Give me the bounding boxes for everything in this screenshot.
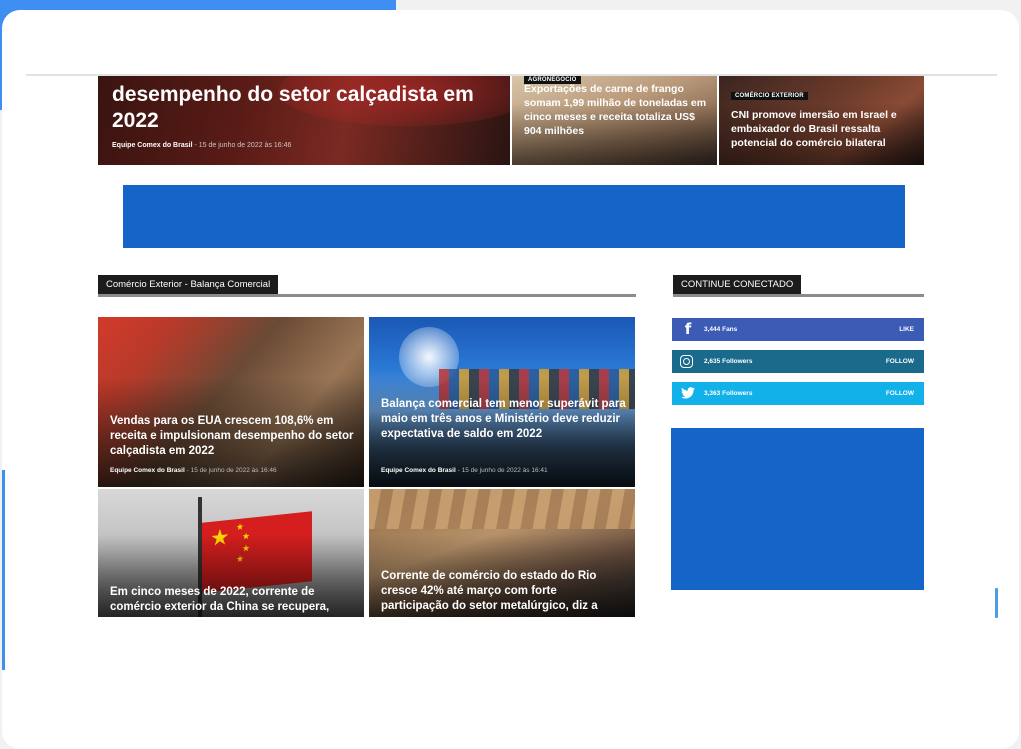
- twitter-unit: Followers: [722, 390, 753, 397]
- scroll-indicator[interactable]: [995, 588, 998, 618]
- article-author[interactable]: Equipe Comex do Brasil: [110, 467, 185, 474]
- facebook-count: 3,444: [704, 326, 721, 333]
- featured-main-title[interactable]: desempenho do setor calçadista em 2022: [112, 82, 492, 134]
- twitter-icon: [680, 382, 696, 405]
- facebook-unit: Fans: [722, 326, 738, 333]
- facebook-icon: f: [684, 320, 692, 338]
- section-header: Comércio Exterior - Balança Comercial: [98, 275, 636, 297]
- twitter-count: 3,363: [704, 390, 721, 397]
- featured-main-meta: Equipe Comex do Brasil - 15 de junho de …: [112, 142, 291, 149]
- facebook-follow-bar[interactable]: f 3,444 Fans LIKE: [672, 318, 924, 341]
- article-title[interactable]: Corrente de comércio do estado do Rio cr…: [381, 569, 627, 614]
- featured-third-title[interactable]: CNI promove imersão em Israel e embaixad…: [731, 108, 915, 150]
- featured-second-title[interactable]: Exportações de carne de frango somam 1,9…: [524, 82, 708, 138]
- featured-main-article[interactable]: desempenho do setor calçadista em 2022 E…: [98, 76, 510, 165]
- sidebar-title: CONTINUE CONECTADO: [673, 275, 802, 294]
- banner-ad[interactable]: [123, 185, 905, 248]
- instagram-follow-bar[interactable]: 2,635 Followers FOLLOW: [672, 350, 924, 373]
- warehouse-roof: [369, 489, 635, 529]
- article-tile[interactable]: Balança comercial tem menor superávit pa…: [369, 317, 635, 487]
- article-title[interactable]: Vendas para os EUA crescem 108,6% em rec…: [110, 414, 356, 459]
- article-date: 15 de junho de 2022 às 16:41: [461, 467, 548, 474]
- sidebar-rule: [673, 294, 924, 297]
- article-tile[interactable]: Vendas para os EUA crescem 108,6% em rec…: [98, 317, 364, 487]
- facebook-like-button[interactable]: LIKE: [899, 318, 914, 341]
- instagram-follow-button[interactable]: FOLLOW: [886, 350, 914, 373]
- article-meta: Equipe Comex do Brasil - 15 de junho de …: [110, 467, 277, 474]
- sidebar-ad[interactable]: [671, 428, 924, 590]
- social-count: 2,635 Followers: [704, 350, 752, 373]
- social-count: 3,444 Fans: [704, 318, 737, 341]
- category-tag[interactable]: COMÉRCIO EXTERIOR: [731, 92, 808, 100]
- twitter-follow-bar[interactable]: 3,363 Followers FOLLOW: [672, 382, 924, 405]
- section-rule: [98, 294, 636, 297]
- sidebar-header: CONTINUE CONECTADO: [673, 275, 924, 297]
- instagram-unit: Followers: [722, 358, 753, 365]
- card-left-accent: [2, 470, 5, 670]
- featured-main-date: 15 de junho de 2022 às 16:46: [198, 142, 292, 149]
- section-title[interactable]: Comércio Exterior - Balança Comercial: [98, 275, 279, 294]
- instagram-count: 2,635: [704, 358, 721, 365]
- article-date: 15 de junho de 2022 às 16:46: [190, 467, 277, 474]
- social-count: 3,363 Followers: [704, 382, 752, 405]
- featured-article-third[interactable]: COMÉRCIO EXTERIOR CNI promove imersão em…: [719, 76, 924, 165]
- article-tile[interactable]: ★ ★ ★ ★ ★ Em cinco meses de 2022, corren…: [98, 489, 364, 617]
- twitter-follow-button[interactable]: FOLLOW: [886, 382, 914, 405]
- article-title[interactable]: Em cinco meses de 2022, corrente de comé…: [110, 585, 356, 615]
- featured-article-second[interactable]: AGRONEGÓCIO Exportações de carne de fran…: [512, 76, 717, 165]
- instagram-icon: [680, 355, 693, 368]
- article-author[interactable]: Equipe Comex do Brasil: [381, 467, 456, 474]
- article-title[interactable]: Balança comercial tem menor superávit pa…: [381, 397, 627, 442]
- article-tile[interactable]: Corrente de comércio do estado do Rio cr…: [369, 489, 635, 617]
- article-meta: Equipe Comex do Brasil - 15 de junho de …: [381, 467, 548, 474]
- featured-main-author[interactable]: Equipe Comex do Brasil: [112, 142, 193, 149]
